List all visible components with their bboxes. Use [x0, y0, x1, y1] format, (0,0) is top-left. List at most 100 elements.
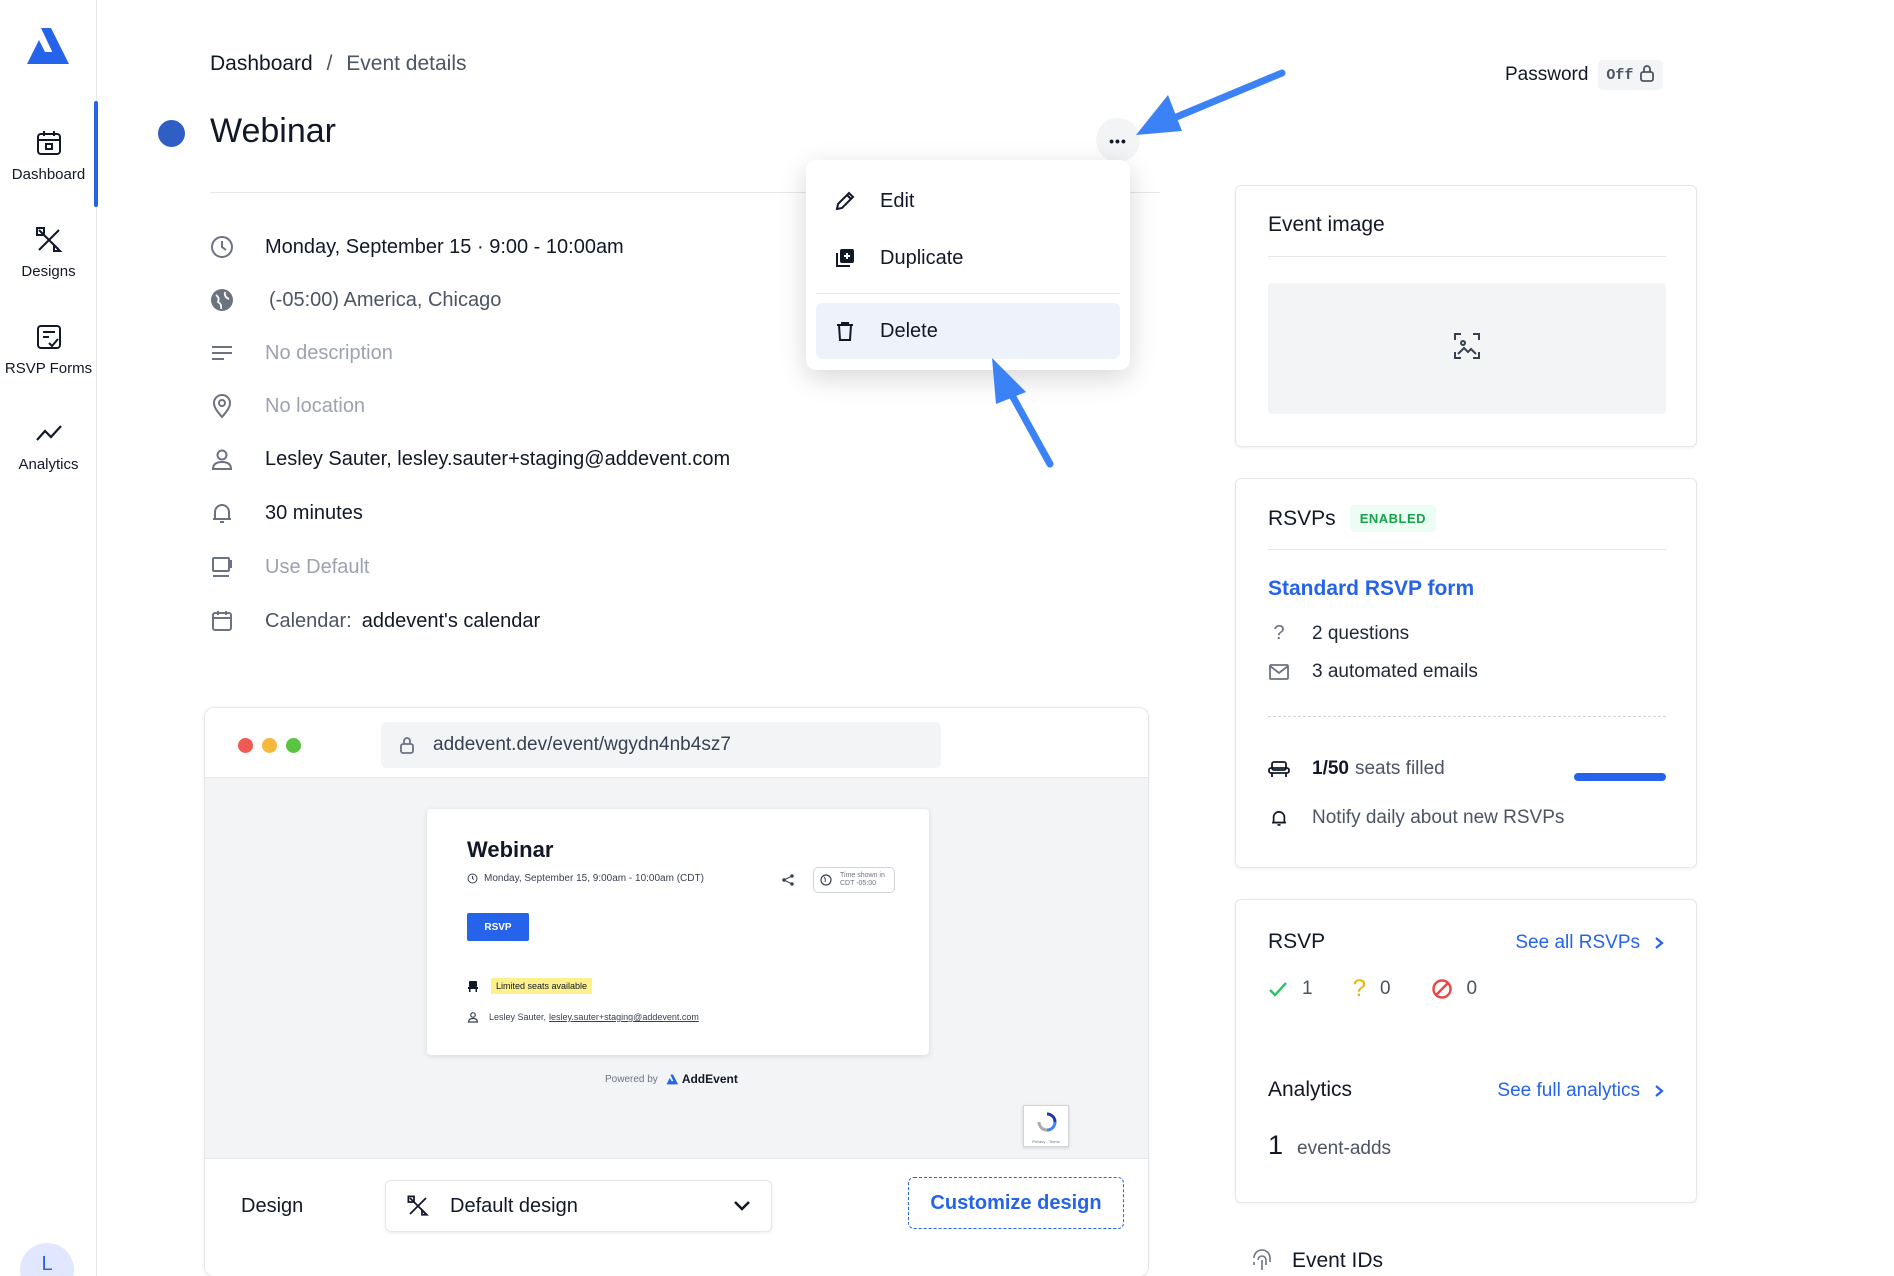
password-toggle[interactable]: Password Off — [1505, 60, 1664, 90]
page-title: Webinar — [210, 112, 336, 150]
envelope-icon — [1268, 664, 1290, 680]
url-text: addevent.dev/event/wgydn4nb4sz7 — [433, 734, 731, 755]
window-maximize-dot — [286, 738, 301, 753]
preview-timezone-chip[interactable]: Time shown in CDT -05:00 — [813, 867, 895, 893]
password-state-badge[interactable]: Off — [1598, 60, 1664, 90]
decline-icon — [1431, 978, 1453, 1000]
customize-design-button[interactable]: Customize design — [908, 1177, 1124, 1229]
breadcrumb-root[interactable]: Dashboard — [210, 52, 313, 75]
preview-title: Webinar — [467, 837, 554, 862]
preview-organizer-email[interactable]: lesley.sauter+staging@addevent.com — [549, 1012, 699, 1022]
rsvp-questions-row: ? 2 questions — [1268, 622, 1409, 645]
preview-datetime: Monday, September 15, 9:00am - 10:00am (… — [484, 873, 704, 884]
text-lines-icon — [205, 336, 239, 370]
event-calendar-label: Calendar: — [265, 609, 352, 632]
event-timezone: (-05:00) America, Chicago — [269, 288, 502, 311]
question-mark-icon: ? — [1273, 622, 1285, 644]
event-image-dropzone[interactable] — [1268, 283, 1666, 414]
event-description: No description — [265, 341, 393, 364]
sidebar-item-label: Designs — [21, 263, 76, 280]
preview-seats-badge: Limited seats available — [491, 978, 593, 994]
breadcrumb-current: Event details — [346, 52, 467, 75]
sidebar-item-designs[interactable]: Designs — [0, 225, 97, 280]
design-tools-icon — [406, 1194, 430, 1218]
preview-organizer-row: Lesley Sauter, lesley.sauter+staging@add… — [467, 1011, 699, 1023]
see-all-rsvps-label: See all RSVPs — [1515, 932, 1640, 953]
event-calendar-value: addevent's calendar — [361, 609, 541, 632]
see-all-rsvps-link[interactable]: See all RSVPs — [1515, 932, 1664, 954]
event-image-card: Event image — [1235, 185, 1697, 447]
event-reminder-row: 30 minutes — [205, 496, 363, 530]
event-template: Use Default — [265, 555, 370, 578]
card-divider — [1268, 256, 1666, 257]
event-description-row: No description — [205, 336, 393, 370]
avatar-initial: L — [41, 1253, 53, 1275]
bell-icon — [1268, 808, 1290, 828]
calendar-small-icon — [205, 604, 239, 638]
status-badge: ENABLED — [1349, 505, 1437, 532]
rsvp-emails-row: 3 automated emails — [1268, 661, 1478, 683]
password-state: Off — [1606, 66, 1634, 84]
breadcrumb: Dashboard / Event details — [210, 52, 467, 76]
share-icon[interactable] — [782, 873, 794, 891]
preview-rsvp-button[interactable]: RSVP — [467, 913, 529, 941]
powered-by: Powered by AddEvent — [605, 1072, 738, 1086]
menu-item-label: Edit — [880, 189, 915, 212]
notify-row: Notify daily about new RSVPs — [1268, 807, 1564, 829]
analytics-count-label: event-adds — [1297, 1138, 1392, 1159]
preview-datetime-row: Monday, September 15, 9:00am - 10:00am (… — [467, 873, 704, 884]
see-full-analytics-link[interactable]: See full analytics — [1497, 1080, 1664, 1102]
bell-icon — [205, 496, 239, 530]
fingerprint-icon — [1250, 1248, 1274, 1274]
lock-icon — [399, 736, 415, 754]
analytics-count: 1 — [1268, 1130, 1284, 1160]
event-timezone-row: (-05:00) America, Chicago — [205, 283, 501, 317]
addevent-logo[interactable] — [25, 26, 69, 66]
design-selected-value: Default design — [450, 1194, 578, 1217]
location-pin-icon — [205, 389, 239, 423]
rsvp-form-link[interactable]: Standard RSVP form — [1268, 577, 1474, 601]
rsvp-maybe-count: 0 — [1379, 978, 1391, 999]
recaptcha-text: Privacy - Terms — [1032, 1139, 1060, 1144]
clock-icon — [467, 873, 478, 884]
rsvps-title-text: RSVPs — [1268, 506, 1336, 530]
person-icon — [205, 442, 239, 476]
menu-item-delete[interactable]: Delete — [816, 303, 1120, 359]
event-location-row: No location — [205, 389, 365, 423]
browser-bar: addevent.dev/event/wgydn4nb4sz7 — [205, 708, 1148, 778]
recaptcha-badge[interactable]: Privacy - Terms — [1023, 1105, 1069, 1147]
rsvp-emails: 3 automated emails — [1312, 661, 1478, 682]
chevron-down-icon — [733, 1200, 751, 1212]
url-bar[interactable]: addevent.dev/event/wgydn4nb4sz7 — [381, 722, 941, 768]
sidebar-item-label: Dashboard — [11, 166, 86, 183]
rsvps-title: RSVPs ENABLED — [1268, 505, 1437, 532]
annotation-arrow-to-delete — [992, 358, 1054, 468]
seat-icon — [1268, 760, 1290, 778]
menu-item-edit[interactable]: Edit — [816, 173, 1120, 229]
seats-count: 1/50 — [1312, 758, 1349, 779]
avatar[interactable]: L — [20, 1243, 74, 1276]
menu-item-duplicate[interactable]: Duplicate — [816, 230, 1120, 286]
cup-icon — [205, 550, 239, 584]
see-full-analytics-label: See full analytics — [1497, 1080, 1640, 1101]
sidebar-item-analytics[interactable]: Analytics — [0, 418, 97, 473]
duplicate-icon — [830, 247, 860, 269]
sidebar-item-label: RSVP Forms — [4, 360, 93, 377]
rsvp-questions: 2 questions — [1312, 622, 1410, 644]
event-organizer-row: Lesley Sauter, lesley.sauter+staging@add… — [205, 442, 730, 476]
design-select[interactable]: Default design — [385, 1180, 772, 1232]
event-image-title: Event image — [1268, 213, 1385, 236]
clock-icon — [205, 230, 239, 264]
trend-line-icon — [34, 418, 64, 448]
sidebar-item-dashboard[interactable]: Dashboard — [0, 128, 97, 183]
preview-tz-line1: Time shown in — [840, 872, 885, 879]
event-ids-section: Event IDs — [1250, 1248, 1383, 1274]
analytics-stat: 1 event-adds — [1268, 1130, 1391, 1161]
password-label: Password — [1505, 64, 1589, 85]
globe-icon — [820, 874, 832, 889]
sidebar-item-rsvp-forms[interactable]: RSVP Forms — [0, 322, 97, 377]
more-options-label: ••• — [1109, 133, 1127, 149]
window-close-dot — [238, 738, 253, 753]
notify-text: Notify daily about new RSVPs — [1312, 807, 1565, 828]
seats-row: 1/50 seats filled — [1268, 758, 1445, 780]
